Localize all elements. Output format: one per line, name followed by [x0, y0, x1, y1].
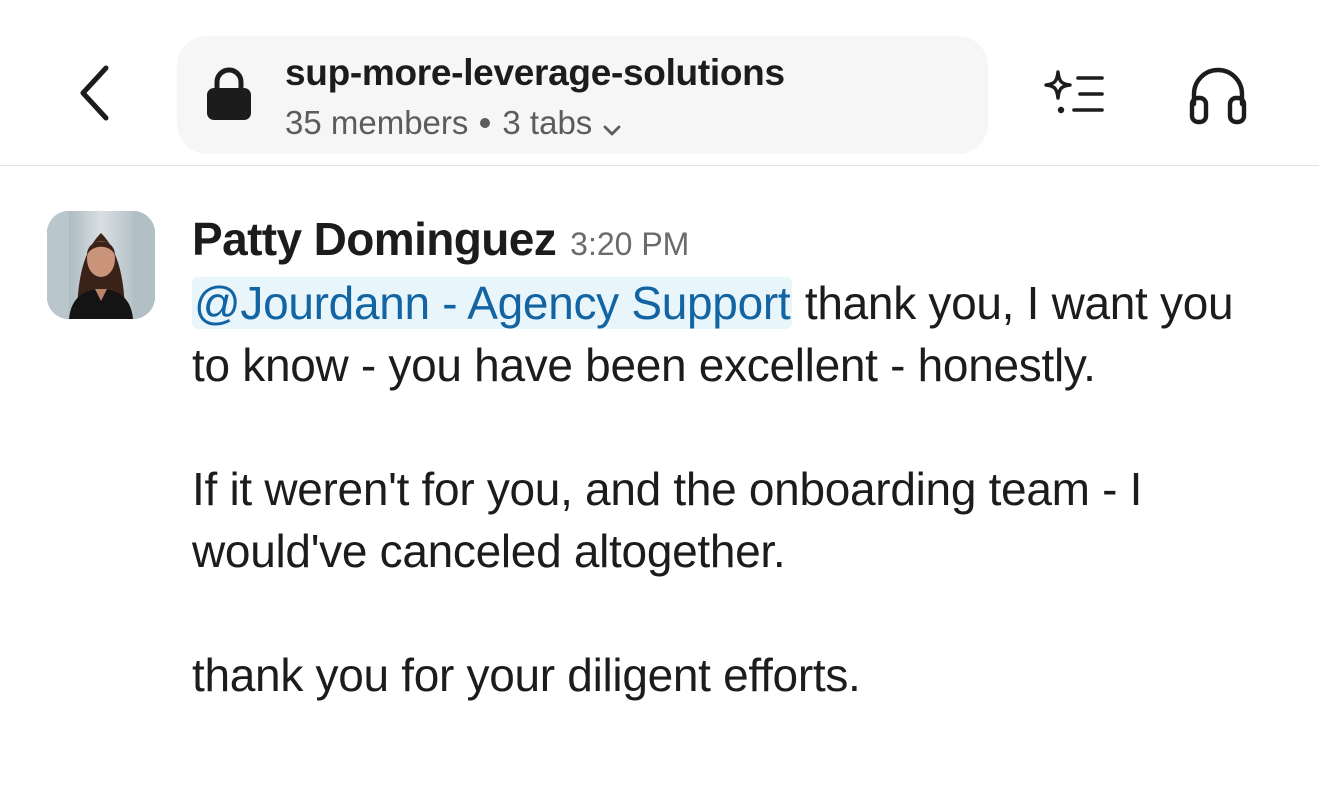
user-mention[interactable]: @Jourdann - Agency Support [192, 277, 793, 329]
message-timestamp[interactable]: 3:20 PM [570, 226, 689, 263]
channel-name: sup-more-leverage-solutions [285, 52, 785, 93]
author-name[interactable]: Patty Dominguez [192, 212, 557, 266]
ai-summary-button[interactable] [1040, 68, 1108, 118]
chevron-left-icon [80, 65, 109, 121]
huddle-button[interactable] [1186, 64, 1250, 126]
channel-info-button[interactable]: sup-more-leverage-solutions 35 members 3… [177, 36, 988, 154]
message-body: @Jourdann - Agency Support thank you, I … [192, 272, 1282, 706]
avatar-photo [47, 211, 155, 319]
tab-count: 3 tabs [502, 104, 593, 141]
sparkle-list-icon [1044, 70, 1104, 114]
chevron-down-icon [600, 113, 624, 137]
message-paragraph: thank you for your diligent efforts. [192, 649, 861, 701]
lock-icon [205, 66, 253, 122]
message-paragraph: If it weren't for you, and the onboardin… [192, 463, 1143, 577]
channel-meta: 35 members 3 tabs [285, 104, 624, 142]
avatar[interactable] [47, 211, 155, 319]
back-button[interactable] [70, 60, 122, 126]
member-count: 35 members [285, 104, 469, 141]
message-header: Patty Dominguez 3:20 PM [192, 212, 689, 266]
separator-dot [480, 118, 491, 128]
channel-header: sup-more-leverage-solutions 35 members 3… [0, 0, 1319, 166]
headphones-icon [1189, 67, 1247, 125]
message-paragraph: @Jourdann - Agency Support thank you, I … [192, 272, 1282, 396]
